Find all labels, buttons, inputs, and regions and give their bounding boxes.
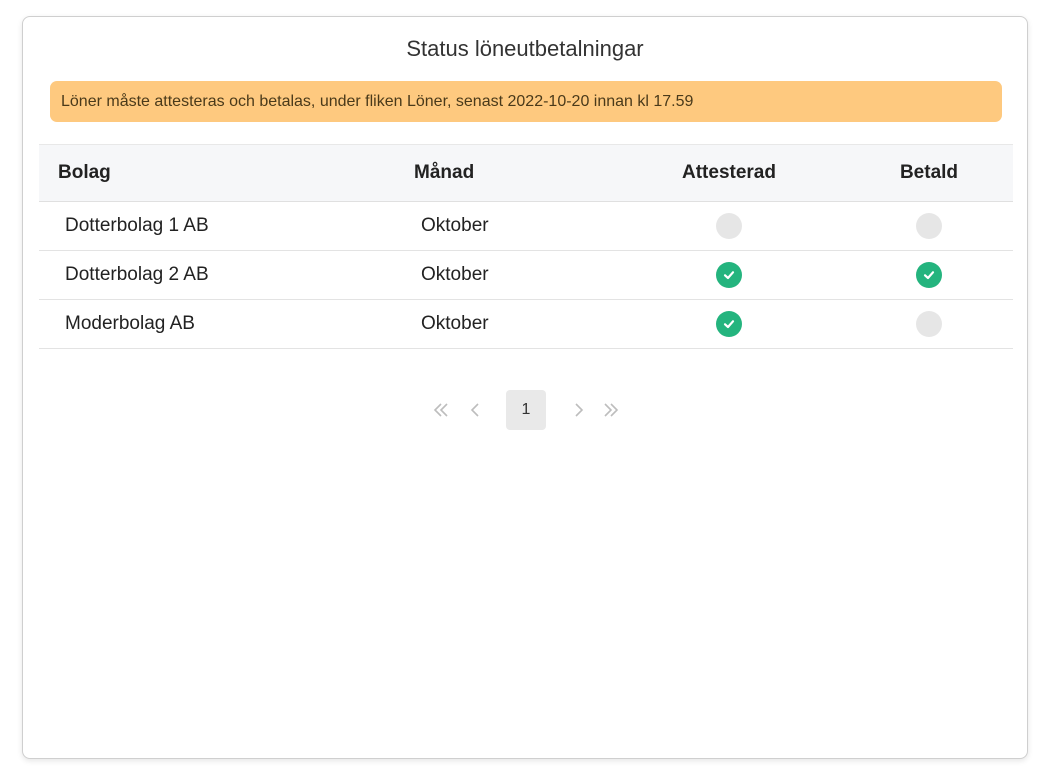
cell-manad: Oktober [421, 264, 489, 285]
cell-bolag: Moderbolag AB [65, 313, 195, 334]
table-row: Moderbolag AB Oktober [39, 300, 1013, 349]
attesterad-status-icon [716, 213, 742, 239]
chevron-left-icon[interactable] [464, 390, 486, 430]
double-chevron-left-icon[interactable] [430, 390, 452, 430]
attesterad-status-icon [716, 311, 742, 337]
attesterad-status-icon [716, 262, 742, 288]
cell-betald [829, 202, 1029, 250]
page-1-button[interactable]: 1 [506, 390, 546, 430]
chevron-right-icon[interactable] [568, 390, 590, 430]
deadline-alert: Löner måste attesteras och betalas, unde… [50, 81, 1002, 122]
table-row: Dotterbolag 1 AB Oktober [39, 202, 1013, 251]
card-title: Status löneutbetalningar [406, 36, 644, 61]
check-icon [923, 271, 935, 280]
header-attesterad: Attesterad [682, 162, 776, 183]
cell-betald [829, 251, 1029, 299]
cell-betald [829, 300, 1029, 348]
table-row: Dotterbolag 2 AB Oktober [39, 251, 1013, 300]
header-bolag: Bolag [58, 162, 111, 183]
cell-bolag: Dotterbolag 2 AB [65, 264, 209, 285]
cell-manad: Oktober [421, 313, 489, 334]
check-icon [723, 271, 735, 280]
cell-attesterad [629, 202, 829, 250]
status-card: Status löneutbetalningar Löner måste att… [22, 16, 1028, 759]
double-chevron-right-icon[interactable] [600, 390, 622, 430]
header-betald: Betald [899, 162, 959, 183]
cell-attesterad [629, 300, 829, 348]
betald-status-icon [916, 262, 942, 288]
pagination: 1 [23, 390, 1027, 430]
table-header: Bolag Månad Attesterad Betald [39, 144, 1013, 202]
cell-bolag: Dotterbolag 1 AB [65, 215, 209, 236]
cell-manad: Oktober [421, 215, 489, 236]
salary-status-table: Bolag Månad Attesterad Betald Dotterbola… [39, 144, 1013, 349]
header-manad: Månad [414, 162, 475, 183]
betald-status-icon [916, 311, 942, 337]
cell-attesterad [629, 251, 829, 299]
check-icon [723, 320, 735, 329]
betald-status-icon [916, 213, 942, 239]
